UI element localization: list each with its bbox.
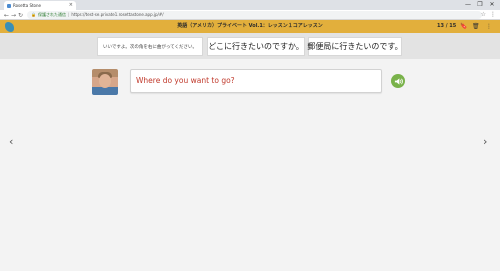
previous-arrow-icon[interactable]: ‹ bbox=[9, 136, 13, 147]
security-label: 保護された通信 bbox=[37, 12, 66, 17]
app-header: 英語（アメリカ）プライベート Vol.1：レッスン１コアレッスン 13 / 15… bbox=[0, 20, 500, 33]
speaker-avatar bbox=[92, 69, 118, 95]
browser-nav: ← → ↻ bbox=[3, 10, 24, 20]
trash-icon[interactable]: 🗑 bbox=[472, 20, 480, 33]
audio-button[interactable] bbox=[391, 74, 405, 88]
lock-icon: 🔒 bbox=[31, 12, 36, 17]
tab-title: Rosetta Stone bbox=[13, 3, 42, 8]
browser-tab[interactable]: Rosetta Stone × bbox=[4, 1, 76, 10]
address-bar[interactable]: 🔒 保護された通信 | https://test-se.private1.ros… bbox=[27, 11, 482, 19]
bookmark-icon[interactable]: 🔖 bbox=[460, 20, 467, 33]
progress-counter: 13 / 15 bbox=[437, 23, 457, 29]
favicon-icon bbox=[7, 3, 11, 8]
bookmark-star-icon[interactable]: ☆ bbox=[481, 10, 486, 20]
more-menu-icon[interactable]: ⋮ bbox=[486, 20, 492, 33]
browser-menu-icon[interactable]: ⋮ bbox=[490, 10, 496, 20]
url-text: https://test-se.private1.rosettastone.ap… bbox=[71, 12, 164, 17]
back-icon[interactable]: ← bbox=[3, 12, 10, 19]
speaker-icon bbox=[394, 77, 403, 85]
maximize-button[interactable]: ❐ bbox=[474, 0, 486, 10]
word-chip[interactable]: 郵便局に行きたいのです。 bbox=[307, 37, 403, 56]
lesson-title: 英語（アメリカ）プライベート Vol.1：レッスン１コアレッスン bbox=[177, 23, 323, 29]
browser-toolbar: ← → ↻ 🔒 保護された通信 | https://test-se.privat… bbox=[0, 10, 500, 20]
close-window-button[interactable]: ✕ bbox=[486, 0, 498, 10]
reload-icon[interactable]: ↻ bbox=[17, 12, 24, 19]
avatar-face bbox=[99, 74, 111, 88]
word-chip[interactable]: いいですよ。次の角を右に曲がってください。 bbox=[97, 37, 203, 56]
tab-close-icon[interactable]: × bbox=[69, 1, 73, 10]
word-chip[interactable]: どこに行きたいのですか。 bbox=[207, 37, 305, 56]
next-arrow-icon[interactable]: › bbox=[483, 136, 487, 147]
window-controls: — ❐ ✕ bbox=[462, 0, 498, 10]
url-separator: | bbox=[67, 12, 70, 17]
browser-tab-bar: Rosetta Stone × — ❐ ✕ bbox=[0, 0, 500, 10]
forward-icon[interactable]: → bbox=[10, 12, 17, 19]
answer-text-box[interactable]: Where do you want to go? bbox=[130, 69, 382, 93]
minimize-button[interactable]: — bbox=[462, 0, 474, 10]
prompt-band: いいですよ。次の角を右に曲がってください。 どこに行きたいのですか。 郵便局に行… bbox=[0, 33, 500, 59]
